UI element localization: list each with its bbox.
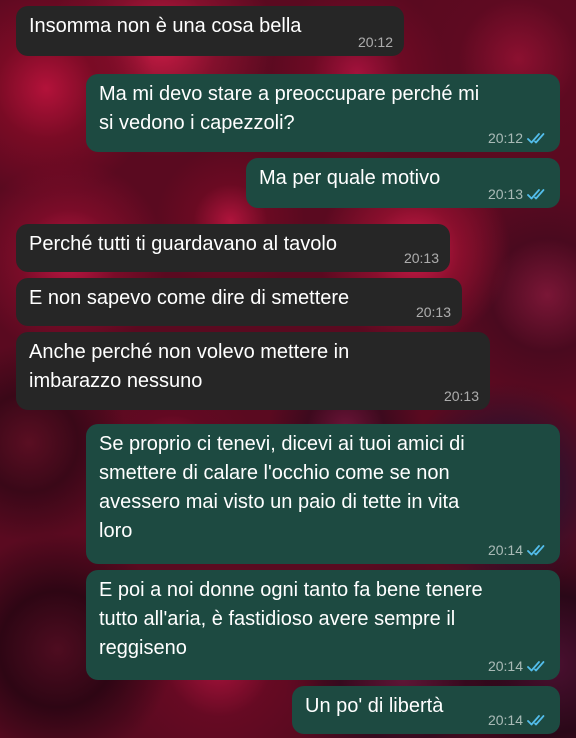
chat-area: Insomma non è una cosa bella 20:12 Ma mi… bbox=[0, 0, 576, 738]
message-text: E poi a noi donne ogni tanto fa bene ten… bbox=[99, 579, 483, 659]
message-outgoing[interactable]: Un po' di libertà 20:14 bbox=[292, 686, 560, 734]
message-meta: 20:13 bbox=[404, 250, 439, 266]
message-text: Se proprio ci tenevi, dicevi ai tuoi ami… bbox=[99, 433, 465, 542]
message-time: 20:14 bbox=[487, 712, 523, 728]
message-incoming[interactable]: Insomma non è una cosa bella 20:12 bbox=[16, 6, 404, 56]
message-meta: 20:14 bbox=[488, 712, 549, 728]
message-text: Insomma non è una cosa bella bbox=[29, 15, 302, 37]
double-check-read-icon bbox=[527, 189, 545, 200]
message-meta: 20:12 bbox=[358, 34, 393, 50]
message-meta: 20:14 bbox=[488, 542, 549, 558]
message-time: 20:14 bbox=[487, 542, 523, 558]
message-time: 20:12 bbox=[487, 130, 523, 146]
message-outgoing[interactable]: Se proprio ci tenevi, dicevi ai tuoi ami… bbox=[86, 424, 560, 564]
double-check-read-icon bbox=[527, 715, 545, 726]
message-text: Perché tutti ti guardavano al tavolo bbox=[29, 233, 337, 255]
message-meta: 20:13 bbox=[488, 186, 549, 202]
message-meta: 20:12 bbox=[488, 130, 549, 146]
message-time: 20:14 bbox=[487, 658, 523, 674]
message-time: 20:13 bbox=[443, 388, 479, 404]
message-outgoing[interactable]: Ma mi devo stare a preoccupare perché mi… bbox=[86, 74, 560, 152]
message-text: Anche perché non volevo mettere in imbar… bbox=[29, 341, 350, 392]
message-meta: 20:14 bbox=[488, 658, 549, 674]
message-meta: 20:13 bbox=[444, 388, 479, 404]
message-time: 20:13 bbox=[487, 186, 523, 202]
message-time: 20:13 bbox=[403, 250, 439, 266]
double-check-read-icon bbox=[527, 133, 545, 144]
message-meta: 20:13 bbox=[416, 304, 451, 320]
message-time: 20:13 bbox=[415, 304, 451, 320]
message-time: 20:12 bbox=[357, 34, 393, 50]
message-incoming[interactable]: Anche perché non volevo mettere in imbar… bbox=[16, 332, 490, 410]
message-outgoing[interactable]: Ma per quale motivo 20:13 bbox=[246, 158, 560, 208]
double-check-read-icon bbox=[527, 661, 545, 672]
message-text: Ma mi devo stare a preoccupare perché mi… bbox=[99, 83, 480, 134]
message-outgoing[interactable]: E poi a noi donne ogni tanto fa bene ten… bbox=[86, 570, 560, 680]
message-text: E non sapevo come dire di smettere bbox=[29, 287, 350, 309]
double-check-read-icon bbox=[527, 545, 545, 556]
message-incoming[interactable]: Perché tutti ti guardavano al tavolo 20:… bbox=[16, 224, 450, 272]
message-incoming[interactable]: E non sapevo come dire di smettere 20:13 bbox=[16, 278, 462, 326]
